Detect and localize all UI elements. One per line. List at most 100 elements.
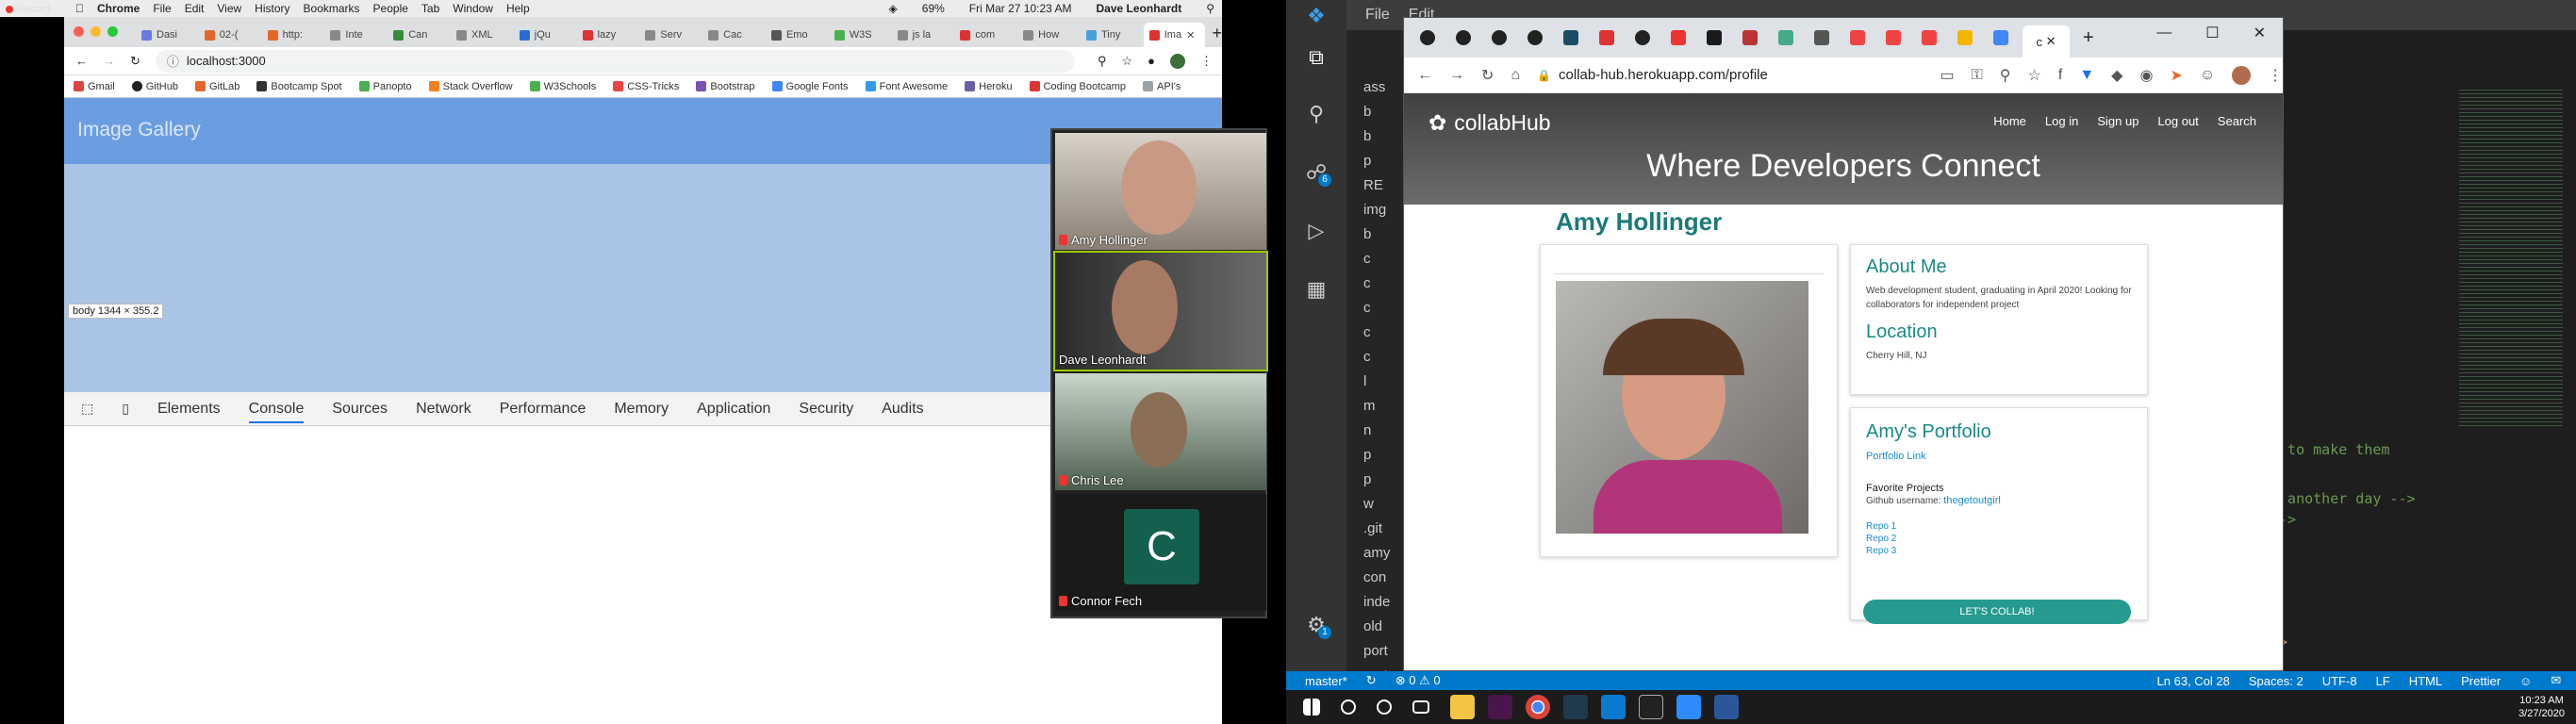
browser-tab[interactable] [1485,24,1513,52]
feedback-icon[interactable]: ☺ [2519,674,2532,688]
cast-icon[interactable]: ▭ [1940,66,1954,85]
back-icon[interactable]: ← [1417,67,1432,84]
maximize-window-icon[interactable]: ☐ [2205,24,2219,42]
nav-signup[interactable]: Sign up [2097,114,2138,128]
browser-tab[interactable] [1736,24,1764,52]
browser-tab[interactable] [1879,24,1907,52]
eol-status[interactable]: LF [2376,674,2390,688]
browser-tab[interactable] [1987,24,2015,52]
bookmark-w3schools[interactable]: W3Schools [529,81,596,92]
bookmark-bootstrap[interactable]: Bootstrap [696,81,755,92]
branch-status[interactable]: master* [1305,674,1347,688]
taskbar-clock[interactable]: 10:23 AM 3/27/2020 [2518,694,2565,720]
participant-video[interactable]: Chris Lee [1055,373,1266,490]
chrome-icon[interactable] [1526,695,1550,719]
browser-tab[interactable] [1808,24,1836,52]
browser-tab[interactable] [1915,24,1943,52]
browser-tab[interactable] [1413,24,1442,52]
browser-tab[interactable]: W3S [829,23,890,47]
minimize-window-icon[interactable] [91,26,101,37]
extension-icon[interactable]: ☺ [2200,67,2215,84]
star-icon[interactable]: ☆ [2028,66,2041,85]
profile-avatar[interactable] [2232,65,2251,85]
devtools-console-panel[interactable] [64,426,1222,724]
slack-icon[interactable] [1488,695,1512,719]
bookmark-gmail[interactable]: Gmail [74,81,115,92]
url-text[interactable]: collab-hub.herokuapp.com/profile [1559,67,1923,83]
nav-logout[interactable]: Log out [2157,114,2198,128]
tab-sources[interactable]: Sources [332,401,388,418]
close-tab-icon[interactable]: ✕ [1186,29,1195,41]
back-icon[interactable]: ← [75,54,88,68]
menu-window[interactable]: Window [453,2,493,15]
nav-home[interactable]: Home [1993,114,2026,128]
browser-tab[interactable]: lazy [577,23,638,47]
browser-tab[interactable] [1628,24,1657,52]
browser-tab[interactable]: jQu [514,23,575,47]
browser-tab[interactable] [1664,24,1693,52]
bookmark-github[interactable]: GitHub [131,81,178,92]
reload-icon[interactable]: ↻ [130,54,140,69]
terminal-icon[interactable] [1563,695,1588,719]
search-icon[interactable] [1341,699,1356,715]
bookmark-font-awesome[interactable]: Font Awesome [865,81,948,92]
browser-tab[interactable] [1951,24,1979,52]
browser-tab-active[interactable]: Ima ✕ [1143,23,1205,47]
close-window-icon[interactable] [74,26,84,37]
nav-login[interactable]: Log in [2045,114,2078,128]
browser-tab[interactable]: Emo [766,23,827,47]
profile-avatar[interactable] [1170,53,1185,69]
extension-icon[interactable]: ➤ [2170,66,2182,85]
cortana-icon[interactable] [1377,699,1392,715]
browser-tab[interactable]: Dasi [136,23,197,47]
browser-tab[interactable]: Serv [639,23,701,47]
extension-icon[interactable]: ▼ [2079,67,2094,84]
browser-tab[interactable]: Tiny [1081,23,1142,47]
menu-history[interactable]: History [255,2,289,15]
extension-icon[interactable]: ◉ [2139,66,2153,85]
browser-tab[interactable]: 02-( [199,23,260,47]
bookmark-google-fonts[interactable]: Google Fonts [771,81,849,92]
browser-tab[interactable] [1593,24,1621,52]
browser-tab[interactable]: How [1017,23,1079,47]
tab-network[interactable]: Network [416,401,471,418]
menu-kebab-icon[interactable]: ⋮ [2268,66,2283,85]
browser-tab[interactable] [1557,24,1585,52]
reload-icon[interactable]: ↻ [1481,66,1494,85]
lets-collab-button[interactable]: LET'S COLLAB! [1863,600,2131,624]
debug-icon[interactable]: ▷ [1303,219,1329,245]
tab-console[interactable]: Console [248,401,305,423]
problems-status[interactable]: ⊗ 0 ⚠ 0 [1395,673,1441,688]
browser-tab[interactable]: http: [262,23,323,47]
github-username-link[interactable]: thegetoutgirl [1943,495,2001,506]
menubar-clock[interactable]: Fri Mar 27 10:23 AM [969,2,1072,15]
menu-tab[interactable]: Tab [421,2,439,15]
maximize-window-icon[interactable] [107,26,118,37]
nav-search[interactable]: Search [2218,114,2256,128]
search-icon[interactable]: ⚲ [1206,2,1214,15]
vscode-menu-file[interactable]: File [1365,7,1390,24]
zoom-app-icon[interactable] [1676,695,1701,719]
home-icon[interactable]: ⌂ [1511,67,1520,84]
inspect-element-icon[interactable]: ⬚ [81,401,93,417]
participant-video[interactable]: C Connor Fech [1055,494,1266,611]
extensions-icon[interactable]: ▦ [1303,277,1329,304]
repo-link[interactable]: Repo 1 [1866,521,2132,532]
browser-tab[interactable]: Can [388,23,449,47]
battery-percent[interactable]: 69% [922,2,945,15]
menu-app-name[interactable]: Chrome [97,2,140,15]
browser-tab[interactable]: Cac [702,23,764,47]
minimap[interactable] [2459,87,2563,426]
zoom-icon[interactable]: ⚲ [1098,54,1107,69]
new-tab-icon[interactable]: + [1213,24,1223,43]
vscode-icon[interactable] [1601,695,1626,719]
task-view-icon[interactable] [1412,700,1429,714]
portfolio-link[interactable]: Portfolio Link [1866,451,2132,462]
tab-elements[interactable]: Elements [157,401,221,418]
notifications-icon[interactable]: ✉ [2551,673,2561,688]
bookmark-coding-bootcamp[interactable]: Coding Bootcamp [1029,81,1126,92]
key-icon[interactable]: ⚿ [1972,67,1983,84]
participant-video[interactable]: Amy Hollinger [1055,133,1266,250]
tab-performance[interactable]: Performance [500,401,586,418]
menu-file[interactable]: File [153,2,171,15]
